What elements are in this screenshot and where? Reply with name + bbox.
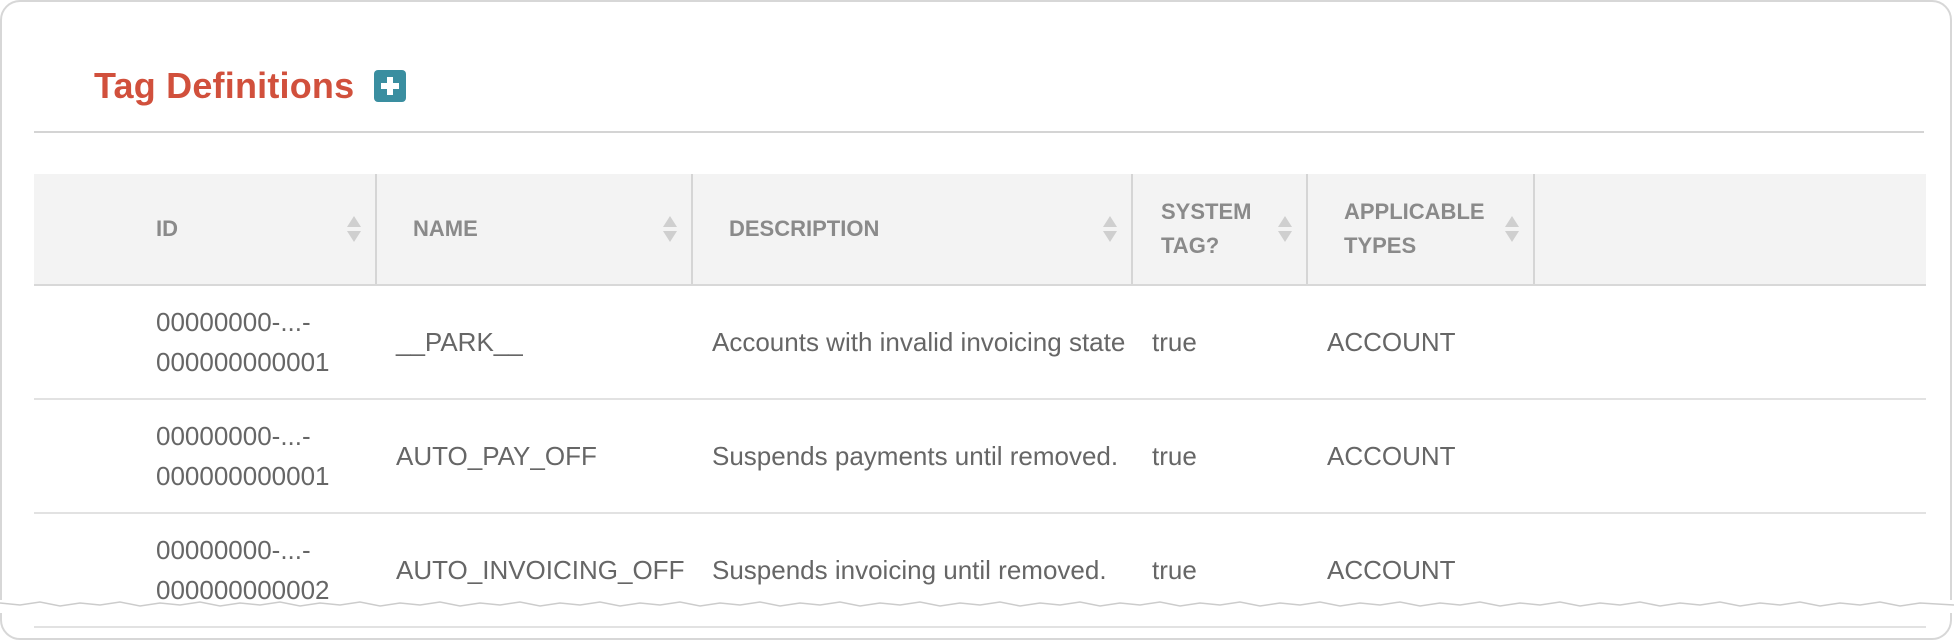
applicable-types-value: ACCOUNT [1327,441,1456,471]
id-line-1: 00000000-...- [156,421,311,451]
cell-id: 00000000-...- 000000000001 [34,285,376,400]
tag-description: Suspends invoicing until removed. [712,555,1107,585]
table-row[interactable]: 00000000-...- 000000000001 AUTO_PAY_OFF S… [34,399,1926,514]
system-tag-value: true [1152,327,1197,357]
id-line-2: 000000000001 [156,347,330,377]
panel-header: Tag Definitions [94,60,407,112]
torn-edge [0,600,1954,613]
applicable-types-value: ACCOUNT [1327,555,1456,585]
tag-name: __PARK__ [396,327,523,357]
system-tag-value: true [1152,441,1197,471]
table-row[interactable]: 00000000-...- 000000000001 __PARK__ Accou… [34,285,1926,400]
cell-description: Suspends payments until removed. [692,399,1132,514]
cell-id: 00000000-...- 000000000001 [34,399,376,514]
sort-icon[interactable] [1278,214,1292,244]
tag-description: Accounts with invalid invoicing state [712,327,1126,357]
applicable-types-value: ACCOUNT [1327,327,1456,357]
system-tag-value: true [1152,555,1197,585]
tag-name: AUTO_INVOICING_OFF [396,555,685,585]
cell-name: __PARK__ [376,285,692,400]
tag-definitions-table: ID NAME DESCRIPTION SYSTEM TAG? APPLICAB… [34,174,1926,628]
id-line-1: 00000000-...- [156,307,311,337]
sort-icon[interactable] [347,214,361,244]
cell-applicable-types: ACCOUNT [1307,399,1534,514]
sort-icon[interactable] [1505,214,1519,244]
sort-icon[interactable] [1103,214,1117,244]
cell-system-tag: true [1132,285,1307,400]
cell-name: AUTO_PAY_OFF [376,399,692,514]
column-header-system-tag[interactable]: SYSTEM TAG? [1132,174,1308,286]
column-header-label: ID [156,216,178,241]
page-title: Tag Definitions [94,65,355,106]
add-tag-definition-button[interactable] [374,70,407,102]
column-header-applicable-types[interactable]: APPLICABLE TYPES [1307,174,1535,286]
table-header-row: ID NAME DESCRIPTION SYSTEM TAG? APPLICAB… [34,174,1926,286]
cell-spacer [1534,399,1926,514]
tag-name: AUTO_PAY_OFF [396,441,597,471]
cell-spacer [1534,285,1926,400]
cell-description: Accounts with invalid invoicing state [692,285,1132,400]
cell-system-tag: true [1132,399,1307,514]
id-line-2: 000000000001 [156,461,330,491]
column-header-label: APPLICABLE TYPES [1344,199,1485,258]
column-header-name[interactable]: NAME [376,174,693,286]
column-header-description[interactable]: DESCRIPTION [692,174,1133,286]
header-divider [34,131,1924,133]
tag-description: Suspends payments until removed. [712,441,1119,471]
column-header-id[interactable]: ID [34,174,377,286]
sort-icon[interactable] [663,214,677,244]
tag-definitions-panel: Tag Definitions ID NAME DESCRIPTION SYST… [0,0,1952,640]
cell-applicable-types: ACCOUNT [1307,285,1534,400]
column-header-label: NAME [413,216,478,241]
id-line-1: 00000000-...- [156,535,311,565]
column-header-spacer [1534,174,1926,286]
column-header-label: DESCRIPTION [729,216,880,241]
